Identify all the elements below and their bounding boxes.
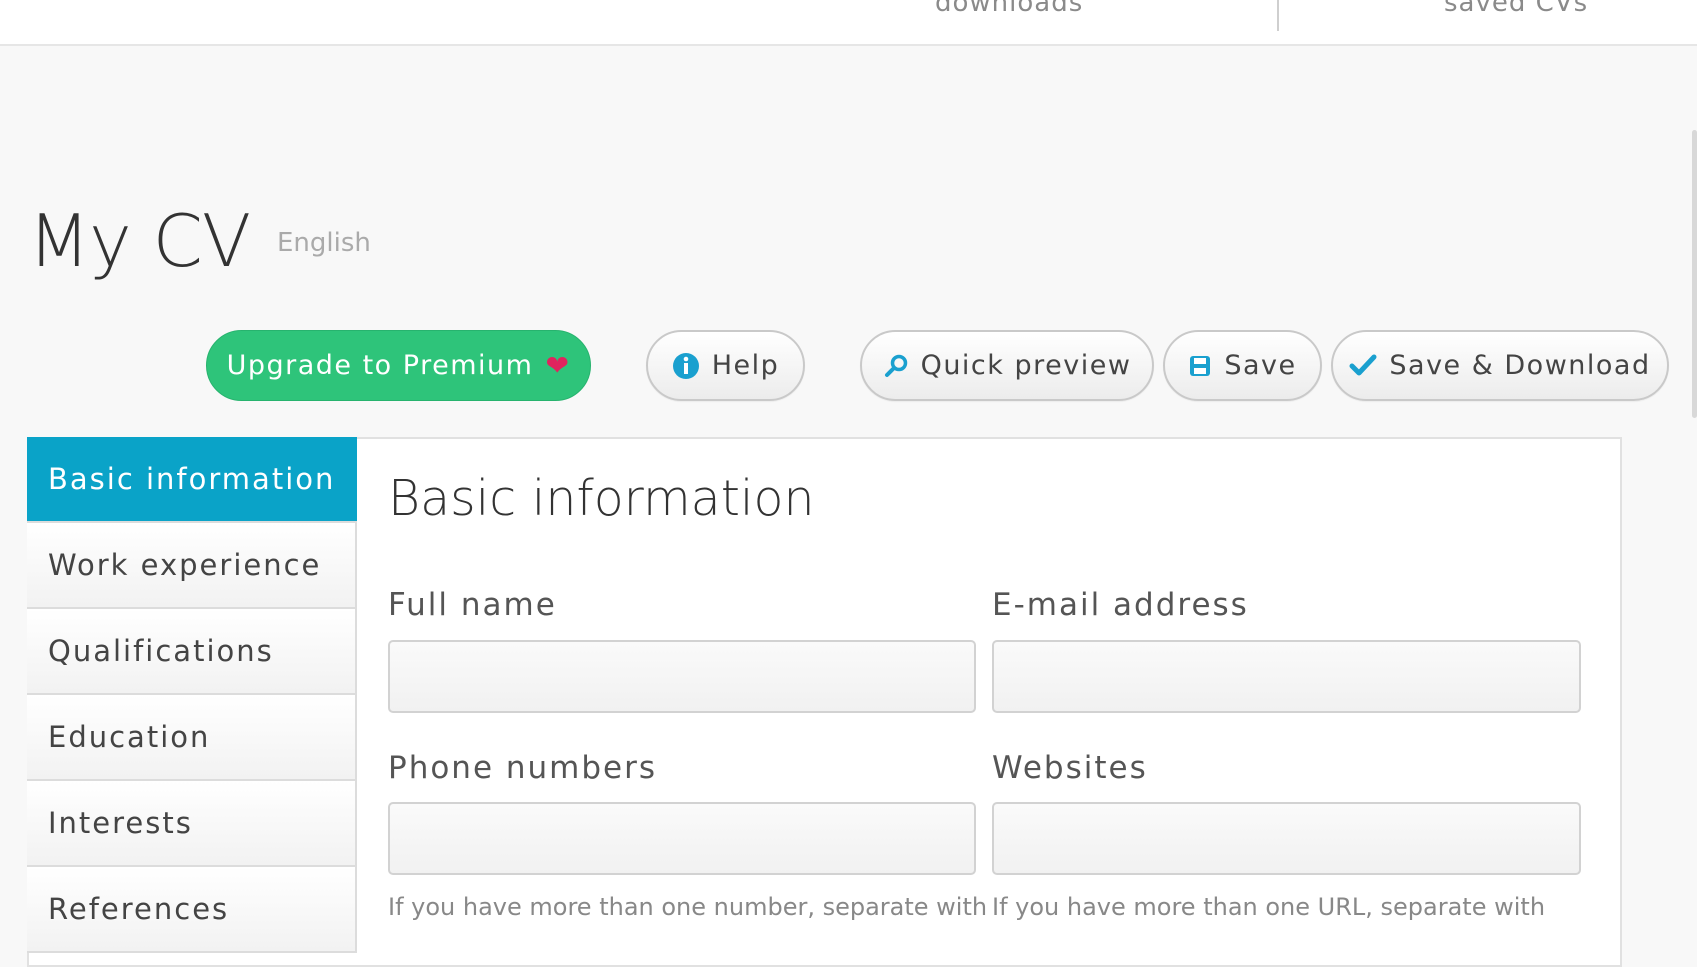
section-title: Basic information bbox=[388, 470, 815, 527]
sidebar-item-work-experience[interactable]: Work experience bbox=[27, 523, 357, 609]
sidebar-item-references[interactable]: References bbox=[27, 867, 357, 953]
nav-downloads-link[interactable]: downloads bbox=[935, 0, 1083, 18]
page-scrollbar[interactable] bbox=[1692, 130, 1697, 418]
help-button[interactable]: Help bbox=[646, 330, 805, 401]
sidebar-item-qualifications[interactable]: Qualifications bbox=[27, 609, 357, 695]
save-and-download-label: Save & Download bbox=[1389, 350, 1651, 381]
full-name-field[interactable] bbox=[388, 640, 976, 713]
email-label: E-mail address bbox=[992, 587, 1249, 623]
heart-icon: ❤ bbox=[545, 349, 571, 382]
phone-numbers-field[interactable] bbox=[388, 802, 976, 875]
top-navbar: downloads saved CVs bbox=[0, 0, 1697, 46]
help-label: Help bbox=[711, 350, 780, 381]
sidebar-item-education[interactable]: Education bbox=[27, 695, 357, 781]
phone-numbers-hint: If you have more than one number, separa… bbox=[388, 893, 988, 921]
email-field[interactable] bbox=[992, 640, 1581, 713]
magnifier-icon bbox=[883, 353, 909, 379]
save-button[interactable]: Save bbox=[1163, 330, 1322, 401]
websites-label: Websites bbox=[992, 750, 1148, 786]
sidebar-item-basic-information[interactable]: Basic information bbox=[27, 437, 357, 523]
quick-preview-button[interactable]: Quick preview bbox=[860, 330, 1154, 401]
floppy-icon bbox=[1188, 354, 1212, 378]
info-icon bbox=[672, 352, 700, 380]
phone-numbers-label: Phone numbers bbox=[388, 750, 658, 786]
save-and-download-button[interactable]: Save & Download bbox=[1331, 330, 1669, 401]
check-icon bbox=[1349, 354, 1377, 378]
section-sidebar: Basic information Work experience Qualif… bbox=[27, 437, 357, 953]
nav-saved-cvs-link[interactable]: saved CVs bbox=[1444, 0, 1588, 18]
cv-language-label[interactable]: English bbox=[277, 228, 371, 258]
quick-preview-label: Quick preview bbox=[920, 350, 1132, 381]
full-name-label: Full name bbox=[388, 587, 557, 623]
save-label: Save bbox=[1224, 350, 1297, 381]
upgrade-premium-label: Upgrade to Premium bbox=[226, 350, 534, 381]
page-title: My CV bbox=[28, 199, 251, 283]
websites-hint: If you have more than one URL, separate … bbox=[992, 893, 1546, 921]
nav-divider bbox=[1277, 0, 1279, 31]
upgrade-premium-button[interactable]: Upgrade to Premium ❤ bbox=[206, 330, 591, 401]
sidebar-item-interests[interactable]: Interests bbox=[27, 781, 357, 867]
websites-field[interactable] bbox=[992, 802, 1581, 875]
